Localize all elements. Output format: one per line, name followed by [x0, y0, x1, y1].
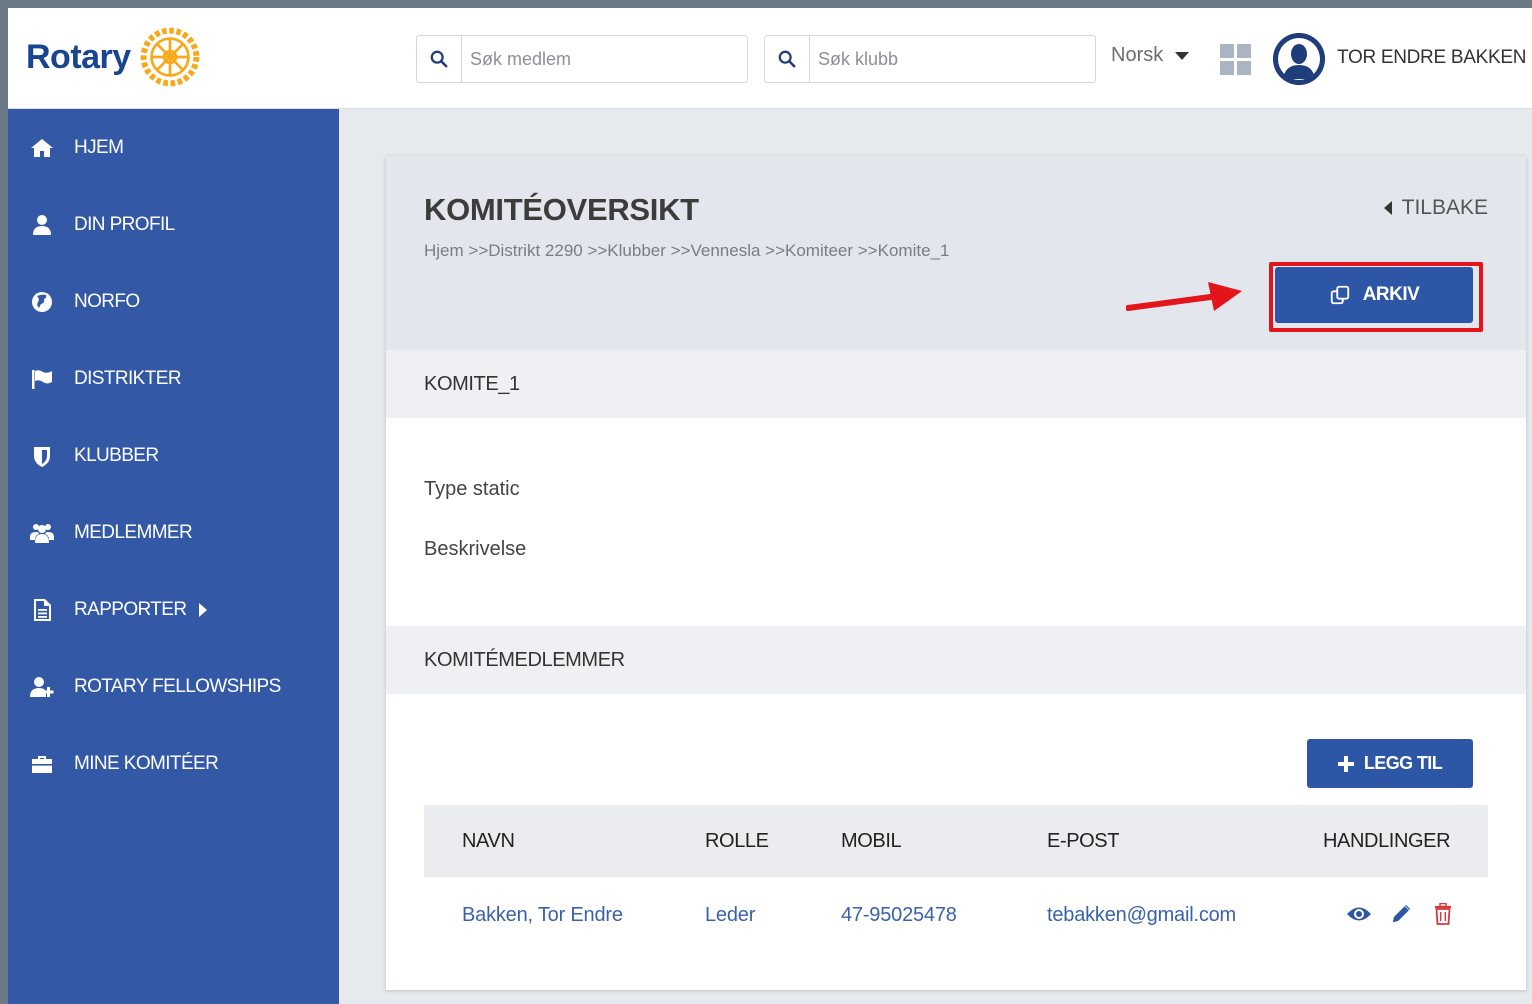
search-icon[interactable] [417, 36, 462, 82]
members-table: NAVN ROLLE MOBIL E-POST HANDLINGER Bakke… [424, 805, 1488, 953]
pencil-icon[interactable] [1388, 901, 1414, 927]
type-field: Type static [424, 478, 520, 500]
sidebar-item-medlemmer[interactable]: MEDLEMMER [8, 494, 339, 571]
column-header-role[interactable]: ROLLE [705, 805, 769, 877]
flag-icon [28, 365, 56, 393]
page-title: KOMITÉOVERSIKT [424, 192, 699, 227]
home-icon [28, 134, 56, 162]
apps-grid-icon[interactable] [1220, 44, 1251, 75]
rotary-wheel-icon [140, 27, 200, 87]
briefcase-icon [28, 750, 56, 778]
member-email[interactable]: tebakken@gmail.com [1047, 877, 1236, 953]
eye-icon[interactable] [1346, 901, 1372, 927]
red-arrow-annotation [1126, 282, 1242, 311]
top-bar: Rotary Søk medlem Søk klubb Norsk TOR EN… [8, 8, 1532, 109]
add-member-button[interactable]: LEGG TIL [1307, 739, 1473, 788]
search-member-input[interactable] [462, 36, 747, 82]
committee-name-heading: KOMITE_1 [386, 350, 1526, 418]
chevron-left-icon [1383, 201, 1392, 215]
sidebar-item-hjem[interactable]: HJEM [8, 109, 339, 186]
sidebar-item-label: NORFO [74, 290, 140, 312]
description-field: Beskrivelse [424, 538, 527, 560]
row-actions [1346, 901, 1456, 927]
sidebar-item-label: HJEM [74, 136, 124, 158]
user-icon [28, 211, 56, 239]
search-club-input[interactable] [810, 36, 1095, 82]
back-link[interactable]: TILBAKE [1383, 196, 1488, 220]
search-member-box [416, 35, 748, 83]
language-selector[interactable]: Norsk [1111, 44, 1190, 67]
member-name-link[interactable]: Bakken, Tor Endre [462, 877, 623, 953]
user-plus-icon [28, 673, 56, 701]
sidebar-item-din-profil[interactable]: DIN PROFIL [8, 186, 339, 263]
sidebar-item-label: RAPPORTER [74, 598, 187, 620]
sidebar-item-mine-komiteer[interactable]: MINE KOMITÉER [8, 725, 339, 802]
sidebar-item-label: DIN PROFIL [74, 213, 175, 235]
user-silhouette-icon [1273, 33, 1325, 85]
globe-icon [28, 288, 56, 316]
sidebar-item-rapporter[interactable]: RAPPORTER [8, 571, 339, 648]
sidebar: HJEM DIN PROFIL NORFO DISTRIKTER KLUBBER [8, 109, 339, 1004]
trash-icon[interactable] [1430, 901, 1456, 927]
user-name: TOR ENDRE BAKKEN [1337, 47, 1527, 68]
search-club-box [764, 35, 1096, 83]
column-header-mobile[interactable]: MOBIL [841, 805, 902, 877]
sidebar-item-label: KLUBBER [74, 444, 159, 466]
member-mobile[interactable]: 47-95025478 [841, 877, 957, 953]
sidebar-item-norfo[interactable]: NORFO [8, 263, 339, 340]
sidebar-item-distrikter[interactable]: DISTRIKTER [8, 340, 339, 417]
column-header-name[interactable]: NAVN [462, 805, 515, 877]
sidebar-item-rotary-fellowships[interactable]: ROTARY FELLOWSHIPS [8, 648, 339, 725]
sidebar-item-label: MEDLEMMER [74, 521, 193, 543]
language-label: Norsk [1111, 44, 1164, 66]
card-header: KOMITÉOVERSIKT Hjem >>Distrikt 2290 >>Kl… [386, 156, 1526, 350]
add-label: LEGG TIL [1363, 753, 1443, 773]
avatar[interactable] [1273, 33, 1325, 85]
app-window: Rotary Søk medlem Søk klubb Norsk TOR EN… [8, 8, 1532, 1004]
member-role: Leder [705, 904, 756, 926]
sidebar-item-klubber[interactable]: KLUBBER [8, 417, 339, 494]
breadcrumb[interactable]: Hjem >>Distrikt 2290 >>Klubber >>Vennesl… [424, 241, 949, 261]
shield-icon [28, 442, 56, 470]
column-header-actions: HANDLINGER [1323, 830, 1451, 852]
committee-name: KOMITE_1 [424, 372, 520, 395]
back-label: TILBAKE [1401, 196, 1488, 219]
table-row: Bakken, Tor Endre Leder 47-95025478 teba… [424, 877, 1488, 953]
user-menu[interactable]: TOR ENDRE BAKKEN [1337, 47, 1532, 69]
archive-button[interactable]: ARKIV [1275, 267, 1473, 323]
sidebar-item-label: ROTARY FELLOWSHIPS [74, 675, 281, 697]
chevron-right-icon [198, 602, 207, 617]
members-heading: KOMITÉMEDLEMMER [386, 626, 1526, 694]
chevron-down-icon [1175, 51, 1190, 60]
plus-icon [1337, 755, 1354, 772]
copy-icon [1330, 285, 1349, 305]
document-icon [28, 596, 56, 624]
members-heading-label: KOMITÉMEDLEMMER [424, 648, 625, 671]
committee-card: KOMITÉOVERSIKT Hjem >>Distrikt 2290 >>Kl… [386, 156, 1526, 990]
rotary-logo[interactable]: Rotary [26, 22, 203, 92]
table-header: NAVN ROLLE MOBIL E-POST HANDLINGER [424, 805, 1488, 877]
column-header-email[interactable]: E-POST [1047, 805, 1119, 877]
archive-label: ARKIV [1362, 284, 1420, 305]
logo-text: Rotary [26, 37, 131, 76]
sidebar-item-label: DISTRIKTER [74, 367, 182, 389]
sidebar-item-label: MINE KOMITÉER [74, 752, 219, 774]
search-icon[interactable] [765, 36, 810, 82]
users-icon [28, 519, 56, 547]
